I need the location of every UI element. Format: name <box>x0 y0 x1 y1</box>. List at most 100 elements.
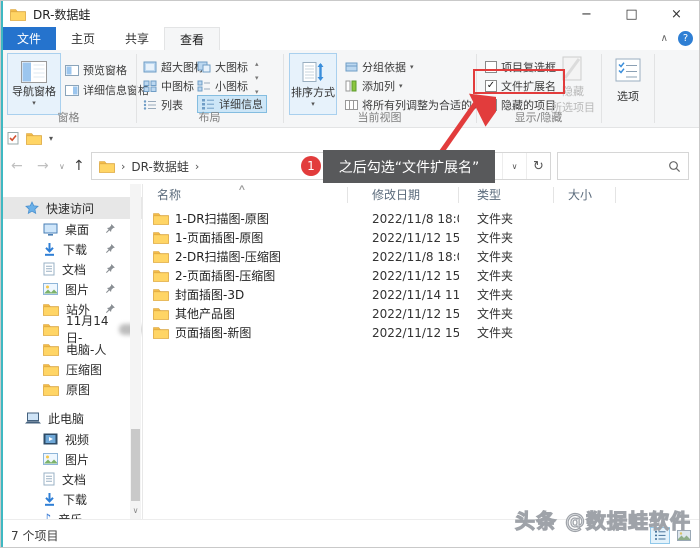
sidebar-item-folder[interactable]: 电脑-人 <box>1 339 142 359</box>
group-label-panes: 窗格 <box>1 109 136 125</box>
pin-icon <box>105 263 116 274</box>
pin-icon <box>105 243 116 254</box>
scrollbar-thumb[interactable] <box>131 429 140 501</box>
preview-pane-icon <box>65 65 79 76</box>
search-input[interactable] <box>562 155 662 177</box>
breadcrumb-folder-name[interactable]: DR-数据蛙 <box>131 158 188 175</box>
file-type: 文件夹 <box>459 324 554 341</box>
file-type: 文件夹 <box>459 305 554 322</box>
file-type: 文件夹 <box>459 286 554 303</box>
sidebar-item-quick-access[interactable]: 快速访问 <box>1 197 142 219</box>
options-button[interactable]: 选项 <box>607 57 649 104</box>
qat-folder-icon[interactable] <box>26 132 42 145</box>
extra-large-icons-button[interactable]: 超大图标 <box>143 59 205 75</box>
sidebar-item-folder[interactable]: 压缩图 <box>1 359 142 379</box>
file-row[interactable]: 1-DR扫描图-原图 2022/11/8 18:02 文件夹 <box>143 209 699 228</box>
pictures-icon <box>43 283 58 295</box>
file-name: 1-页面插图-原图 <box>175 229 263 246</box>
file-list: 名称 ∧ 修改日期 类型 大小 1-DR扫描图-原图 2022/11/8 18:… <box>143 184 699 519</box>
recent-locations-dropdown[interactable]: ∨ <box>59 148 65 184</box>
sidebar-item-documents[interactable]: 文档 <box>1 469 142 489</box>
group-by-button[interactable]: 分组依据 ▾ <box>345 59 414 75</box>
column-header-size[interactable]: 大小 <box>554 187 616 203</box>
maximize-button[interactable]: □ <box>609 1 654 27</box>
folder-icon <box>153 250 169 263</box>
sidebar-item-this-pc[interactable]: 此电脑 <box>1 407 142 429</box>
sidebar-item-folder[interactable]: 原图 <box>1 379 142 399</box>
column-header-type[interactable]: 类型 <box>459 187 554 203</box>
minimize-button[interactable]: − <box>564 1 609 27</box>
sidebar-scrollbar[interactable]: ∨ <box>130 184 141 519</box>
qat-dropdown-icon[interactable]: ▾ <box>49 134 53 143</box>
small-icons-button[interactable]: 小图标 <box>197 78 248 94</box>
sidebar-item-documents[interactable]: 文档 <box>1 259 142 279</box>
layout-gallery-scroll[interactable]: ▴▾▾ <box>255 60 259 96</box>
file-row[interactable]: 2-DR扫描图-压缩图 2022/11/8 18:04 文件夹 <box>143 247 699 266</box>
file-row[interactable]: 封面插图-3D 2022/11/14 11:47 文件夹 <box>143 285 699 304</box>
file-row[interactable]: 页面插图-新图 2022/11/12 15:22 文件夹 <box>143 323 699 342</box>
sidebar-item-folder[interactable]: 11月14日- <box>1 319 142 339</box>
sort-ascending-icon: ∧ <box>238 180 247 196</box>
folder-icon <box>43 303 59 316</box>
download-icon <box>43 492 56 506</box>
small-icons-icon <box>197 80 211 92</box>
sort-by-icon <box>301 60 325 84</box>
sidebar-item-pictures[interactable]: 图片 <box>1 449 142 469</box>
large-icons-button[interactable]: 大图标 <box>197 59 248 75</box>
desktop-icon <box>43 223 58 236</box>
navigation-pane: 快速访问 桌面 下载 文档 图片 <box>1 184 143 519</box>
tab-view[interactable]: 查看 <box>164 27 220 50</box>
search-box <box>557 152 689 180</box>
column-header-name[interactable]: 名称 ∧ <box>143 187 348 203</box>
this-pc-icon <box>25 412 41 425</box>
folder-icon <box>153 288 169 301</box>
download-icon <box>43 242 56 256</box>
sidebar-item-desktop[interactable]: 桌面 <box>1 219 142 239</box>
pin-icon <box>105 283 116 294</box>
forward-button[interactable]: → <box>37 148 49 184</box>
file-date: 2022/11/12 15:31 <box>348 307 459 321</box>
scrollbar-down-arrow[interactable]: ∨ <box>130 506 141 515</box>
address-dropdown-button[interactable]: ∨ <box>502 153 526 179</box>
tab-file[interactable]: 文件 <box>2 27 56 50</box>
tab-share[interactable]: 共享 <box>110 27 164 50</box>
help-button[interactable]: ? <box>678 31 693 46</box>
file-row[interactable]: 1-页面插图-原图 2022/11/12 15:27 文件夹 <box>143 228 699 247</box>
search-icon[interactable] <box>668 160 681 173</box>
refresh-button[interactable]: ↻ <box>526 153 550 179</box>
file-type: 文件夹 <box>459 210 554 227</box>
annotation-step-badge: 1 <box>301 156 321 176</box>
window-controls: − □ × <box>564 1 699 27</box>
main-area: 快速访问 桌面 下载 文档 图片 <box>1 184 699 519</box>
tab-home[interactable]: 主页 <box>56 27 110 50</box>
folder-icon <box>153 269 169 282</box>
sidebar-item-pictures[interactable]: 图片 <box>1 279 142 299</box>
add-columns-button[interactable]: 添加列 ▾ <box>345 78 403 94</box>
sidebar-item-downloads[interactable]: 下载 <box>1 489 142 509</box>
app-folder-icon <box>10 8 26 21</box>
navigation-pane-icon <box>21 61 47 83</box>
collapse-ribbon-button[interactable]: ∧ <box>661 33 668 44</box>
up-button[interactable]: ↑ <box>73 148 85 184</box>
folder-icon <box>153 212 169 225</box>
qat-checkmark-icon[interactable] <box>7 131 19 145</box>
close-button[interactable]: × <box>654 1 699 27</box>
sidebar-item-music[interactable]: ♪ 音乐 <box>1 509 142 519</box>
medium-icons-icon <box>143 80 157 92</box>
medium-icons-button[interactable]: 中图标 <box>143 78 194 94</box>
navigation-pane-button[interactable]: 导航窗格 ▾ <box>7 53 61 115</box>
file-row[interactable]: 其他产品图 2022/11/12 15:31 文件夹 <box>143 304 699 323</box>
document-icon <box>43 472 55 486</box>
file-date: 2022/11/8 18:02 <box>348 212 459 226</box>
column-header-date[interactable]: 修改日期 <box>348 187 459 203</box>
file-date: 2022/11/14 11:47 <box>348 288 459 302</box>
preview-pane-button[interactable]: 预览窗格 <box>65 62 127 78</box>
sidebar-item-videos[interactable]: 视频 <box>1 429 142 449</box>
group-by-icon <box>345 61 358 73</box>
file-row[interactable]: 2-页面插图-压缩图 2022/11/12 15:20 文件夹 <box>143 266 699 285</box>
file-type: 文件夹 <box>459 248 554 265</box>
annotation-tooltip: 之后勾选“文件扩展名” <box>323 150 495 183</box>
back-button[interactable]: ← <box>11 148 23 184</box>
sidebar-item-downloads[interactable]: 下载 <box>1 239 142 259</box>
sort-by-button[interactable]: 排序方式 ▾ <box>289 53 337 115</box>
